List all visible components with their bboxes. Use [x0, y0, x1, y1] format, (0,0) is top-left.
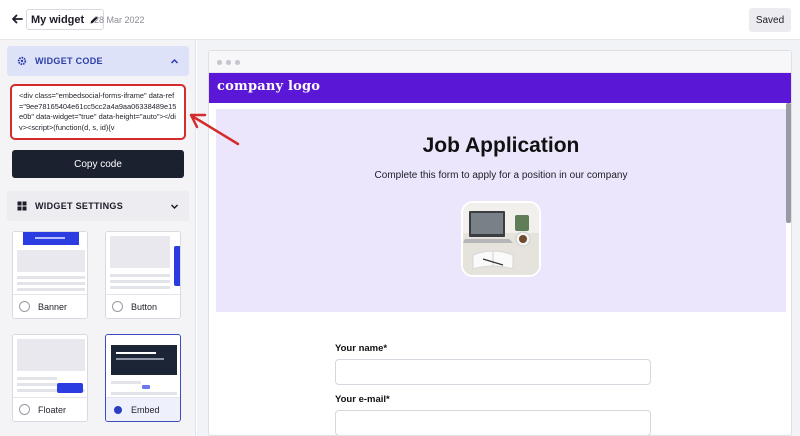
embed-label: Embed	[131, 404, 160, 415]
layout-option-button[interactable]: Button	[105, 231, 181, 319]
widget-date: 28 Mar 2022	[94, 15, 145, 25]
widget-settings-heading: WIDGET SETTINGS	[35, 201, 124, 211]
widget-title-field[interactable]: My widget	[26, 9, 105, 30]
grid-icon	[17, 201, 27, 211]
layout-option-banner[interactable]: Banner	[12, 231, 88, 319]
gear-icon	[17, 56, 27, 66]
form-subtitle: Complete this form to apply for a positi…	[374, 170, 628, 181]
annotation-arrow-icon	[189, 113, 240, 146]
form-title: Job Application	[422, 134, 580, 157]
widget-settings-accordion[interactable]: WIDGET SETTINGS	[7, 191, 189, 221]
chevron-up-icon	[170, 58, 179, 64]
name-field-label: Your name*	[335, 343, 388, 354]
widget-code-accordion[interactable]: WIDGET CODE	[7, 46, 189, 76]
company-logo: company logo	[217, 79, 321, 94]
window-dot-icon	[235, 60, 240, 65]
form-hero: Job Application Complete this form to ap…	[216, 109, 786, 312]
email-input[interactable]	[335, 410, 651, 435]
widget-title: My widget	[31, 13, 85, 26]
layout-option-floater[interactable]: Floater	[12, 334, 88, 422]
button-radio[interactable]	[112, 301, 123, 312]
left-panel: WIDGET CODE <div class="embedsocial-form…	[0, 40, 196, 436]
name-input[interactable]	[335, 359, 651, 385]
floater-label: Floater	[38, 404, 67, 415]
floater-radio[interactable]	[19, 404, 30, 415]
button-thumbnail	[106, 232, 180, 296]
preview-browser-frame: company logo Job Application Complete th…	[208, 50, 792, 436]
chevron-down-icon	[170, 203, 179, 209]
saved-button[interactable]: Saved	[749, 8, 791, 32]
embed-thumbnail	[106, 335, 180, 399]
button-label: Button	[131, 301, 158, 312]
embed-radio[interactable]	[114, 405, 122, 414]
browser-toolbar	[209, 51, 791, 73]
embed-option-footer: Embed	[106, 397, 180, 421]
banner-thumbnail	[13, 232, 87, 296]
button-option-footer: Button	[106, 294, 180, 318]
banner-radio[interactable]	[19, 301, 30, 312]
widget-code-textbox[interactable]: <div class="embedsocial-forms-iframe" da…	[10, 84, 186, 140]
copy-code-button[interactable]: Copy code	[12, 150, 184, 178]
floater-option-footer: Floater	[13, 397, 87, 421]
banner-option-footer: Banner	[13, 294, 87, 318]
layout-option-embed[interactable]: Embed	[105, 334, 181, 422]
widget-code-heading: WIDGET CODE	[35, 56, 103, 66]
preview-scrollbar[interactable]	[786, 103, 791, 223]
window-dot-icon	[226, 60, 231, 65]
top-bar: My widget 28 Mar 2022 Saved	[0, 0, 800, 40]
laptop-desk-image	[463, 203, 539, 275]
floater-thumbnail	[13, 335, 87, 399]
window-dot-icon	[217, 60, 222, 65]
hero-image	[461, 201, 541, 277]
brand-header: company logo	[209, 73, 791, 103]
email-field-label: Your e-mail*	[335, 394, 390, 405]
back-arrow-icon[interactable]	[9, 11, 25, 27]
banner-label: Banner	[38, 301, 68, 312]
